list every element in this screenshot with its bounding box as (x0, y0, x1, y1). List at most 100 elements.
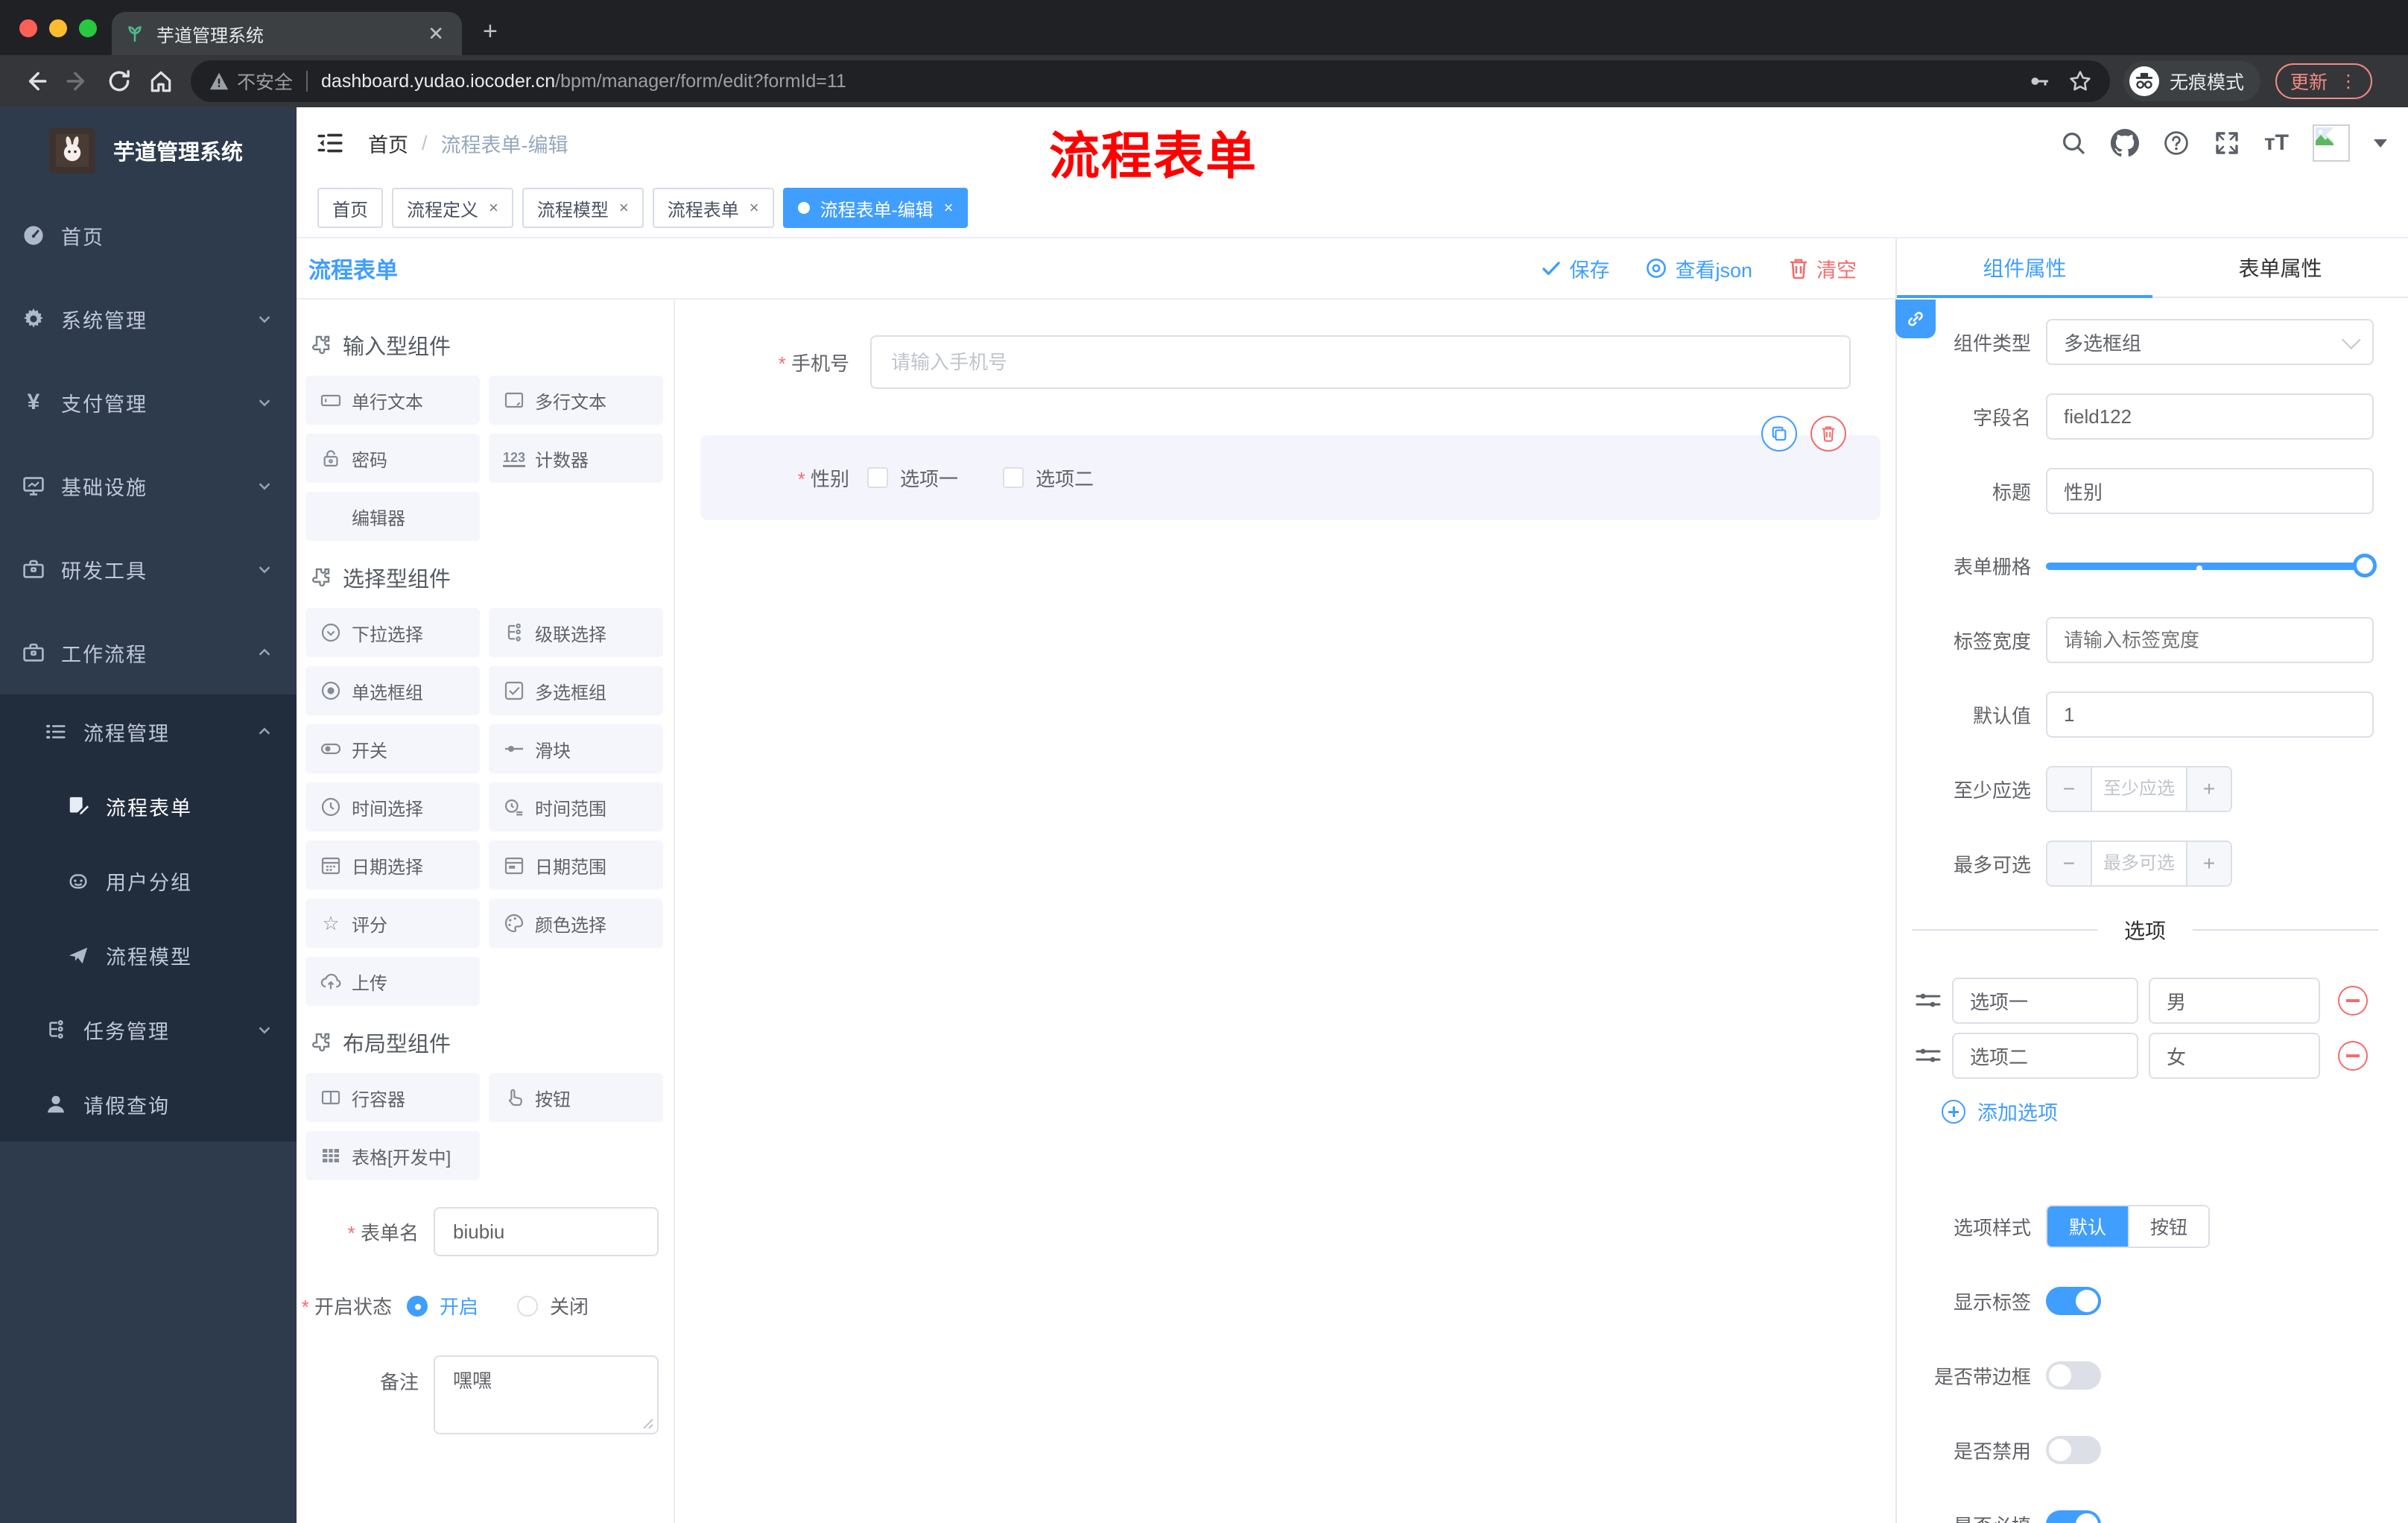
field-name-input[interactable] (2046, 393, 2374, 440)
checkbox-option2[interactable] (1003, 467, 1024, 488)
copy-component-button[interactable] (1761, 416, 1797, 452)
min-select-input[interactable] (2091, 767, 2187, 811)
page-tab-process-form-edit[interactable]: 流程表单-编辑 × (782, 188, 969, 228)
component-single-line-text[interactable]: 单行文本 (305, 376, 480, 425)
breadcrumb-home[interactable]: 首页 (368, 129, 408, 158)
home-icon[interactable] (140, 60, 182, 102)
component-radio-group[interactable]: 单选框组 (305, 666, 480, 715)
component-editor[interactable]: 编辑器 (305, 492, 480, 541)
drag-handle-icon[interactable] (1915, 1044, 1942, 1068)
component-select[interactable]: 下拉选择 (305, 608, 480, 657)
form-canvas[interactable]: 手机号 (675, 300, 1895, 1523)
default-value-input[interactable] (2046, 691, 2374, 738)
max-select-input[interactable] (2091, 842, 2187, 885)
github-icon[interactable] (2110, 129, 2139, 157)
checkbox-option1-label[interactable]: 选项一 (900, 464, 958, 492)
sidebar-item-process-form[interactable]: 流程表单 (0, 769, 297, 843)
phone-input[interactable] (870, 335, 1851, 389)
new-tab-button[interactable]: + (483, 17, 498, 46)
avatar[interactable] (2313, 124, 2350, 162)
sidebar-item-workflow[interactable]: 工作流程 (0, 611, 297, 694)
tab-form-props[interactable]: 表单属性 (2152, 238, 2408, 297)
radio-on-label[interactable]: 开启 (440, 1292, 478, 1320)
close-window-button[interactable] (19, 19, 37, 37)
clear-button[interactable]: 清空 (1788, 254, 1857, 283)
font-size-icon[interactable]: ᴛT (2264, 130, 2289, 156)
checkbox-option2-label[interactable]: 选项二 (1036, 464, 1094, 492)
option1-label-input[interactable] (1952, 978, 2138, 1024)
maximize-window-button[interactable] (79, 19, 97, 37)
sidebar-collapse-icon[interactable] (316, 129, 344, 157)
component-table-dev[interactable]: 表格[开发中] (305, 1131, 480, 1180)
radio-on[interactable] (407, 1295, 428, 1317)
sidebar-item-leave-query[interactable]: 请假查询 (0, 1067, 297, 1142)
increase-button[interactable]: + (2187, 767, 2231, 811)
form-grid-slider[interactable] (2046, 554, 2377, 577)
canvas-field-gender-selected[interactable]: 性别 选项一 选项二 (700, 416, 1881, 520)
page-tab-process-model[interactable]: 流程模型 × (522, 188, 644, 228)
style-button-button[interactable]: 按钮 (2128, 1206, 2208, 1247)
drag-handle-icon[interactable] (1915, 989, 1942, 1013)
form-name-input[interactable] (434, 1207, 659, 1256)
sidebar-item-user-group[interactable]: 用户分组 (0, 843, 297, 918)
bookmark-star-icon[interactable] (2068, 69, 2092, 93)
save-button[interactable]: 保存 (1541, 254, 1609, 283)
slider-handle[interactable] (2353, 554, 2377, 577)
link-icon[interactable] (1895, 300, 1936, 338)
component-date-picker[interactable]: 日期选择 (305, 840, 480, 890)
update-browser-button[interactable]: 更新 ⋮ (2275, 63, 2373, 99)
tab-close-icon[interactable]: × (944, 198, 954, 218)
component-slider[interactable]: 滑块 (489, 724, 663, 773)
address-bar[interactable]: 不安全 dashboard.yudao.iocoder.cn/bpm/manag… (191, 60, 2110, 102)
sidebar-item-infrastructure[interactable]: 基础设施 (0, 444, 297, 528)
page-tab-home[interactable]: 首页 (317, 188, 383, 228)
tab-close-icon[interactable]: ✕ (423, 22, 449, 45)
sidebar-item-system-management[interactable]: 系统管理 (0, 277, 297, 361)
option1-value-input[interactable] (2149, 978, 2320, 1024)
component-time-picker[interactable]: 时间选择 (305, 782, 480, 832)
component-time-range[interactable]: 时间范围 (489, 782, 663, 832)
sidebar-item-payment-management[interactable]: ¥ 支付管理 (0, 361, 297, 444)
component-switch[interactable]: 开关 (305, 724, 480, 773)
fullscreen-icon[interactable] (2214, 130, 2240, 156)
component-upload[interactable]: 上传 (305, 957, 480, 1006)
sidebar-item-dev-tools[interactable]: 研发工具 (0, 528, 297, 611)
sidebar-item-process-management[interactable]: 流程管理 (0, 694, 297, 769)
required-toggle[interactable] (2046, 1510, 2101, 1523)
component-rate[interactable]: ☆ 评分 (305, 899, 480, 948)
option2-value-input[interactable] (2149, 1033, 2320, 1079)
canvas-field-phone[interactable]: 手机号 (675, 335, 1851, 389)
avatar-caret-icon[interactable] (2374, 139, 2387, 148)
component-color-picker[interactable]: 颜色选择 (489, 899, 663, 948)
tab-component-props[interactable]: 组件属性 (1897, 238, 2152, 298)
component-counter[interactable]: 123 计数器 (489, 434, 663, 483)
disabled-toggle[interactable] (2046, 1436, 2101, 1464)
password-key-icon[interactable] (2028, 70, 2050, 92)
delete-component-button[interactable] (1810, 416, 1846, 452)
remove-option-button[interactable] (2338, 1041, 2368, 1071)
remove-option-button[interactable] (2338, 986, 2368, 1016)
component-multi-line-text[interactable]: 多行文本 (489, 376, 663, 425)
component-cascader[interactable]: 级联选择 (489, 608, 663, 657)
tab-close-icon[interactable]: × (750, 198, 759, 218)
title-input[interactable] (2046, 468, 2374, 514)
form-remark-textarea[interactable]: 嘿嘿 (434, 1355, 659, 1434)
component-date-range[interactable]: 日期范围 (489, 840, 663, 890)
tab-close-icon[interactable]: × (489, 198, 498, 218)
reload-icon[interactable] (98, 60, 140, 102)
back-icon[interactable] (15, 60, 57, 102)
sidebar-item-task-management[interactable]: 任务管理 (0, 992, 297, 1067)
radio-off[interactable] (517, 1295, 539, 1317)
minimize-window-button[interactable] (49, 19, 67, 37)
page-tab-process-definition[interactable]: 流程定义 × (392, 188, 513, 228)
sidebar-item-process-model[interactable]: 流程模型 (0, 918, 297, 992)
checkbox-option1[interactable] (867, 467, 888, 488)
forward-icon[interactable] (57, 60, 98, 102)
decrease-button[interactable]: − (2047, 842, 2091, 885)
slider-track[interactable] (2046, 563, 2365, 570)
option2-label-input[interactable] (1952, 1033, 2138, 1079)
decrease-button[interactable]: − (2047, 767, 2091, 811)
search-icon[interactable] (2060, 130, 2087, 156)
component-type-select[interactable]: 多选框组 (2046, 319, 2374, 365)
tab-close-icon[interactable]: × (619, 198, 629, 218)
